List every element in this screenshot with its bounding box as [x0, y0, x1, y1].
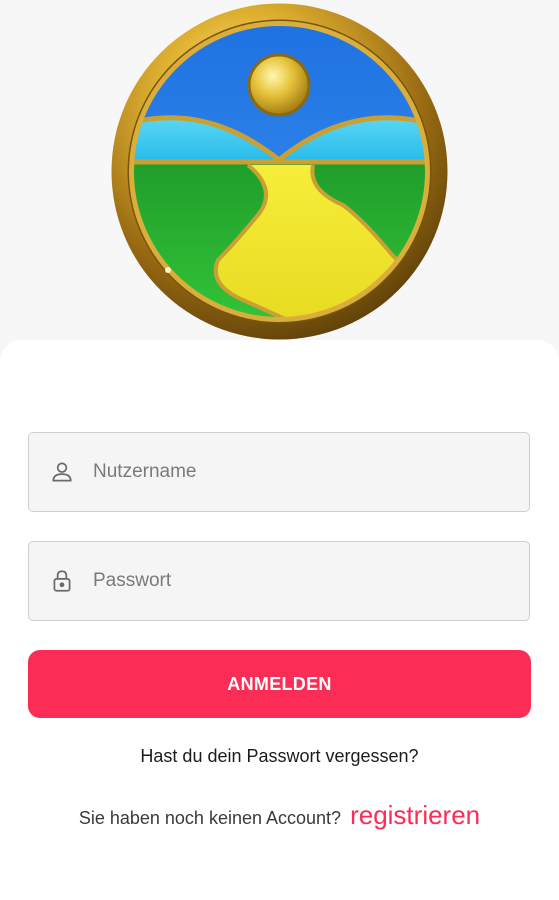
signup-row: Sie haben noch keinen Account? registrie… [0, 800, 559, 831]
password-field[interactable] [28, 541, 530, 621]
no-account-text: Sie haben noch keinen Account? [78, 808, 342, 828]
login-button[interactable]: ANMELDEN [28, 650, 531, 718]
landscape-emblem-icon [111, 3, 448, 340]
login-screen: ANMELDEN Hast du dein Passwort vergessen… [0, 0, 559, 900]
user-icon [47, 457, 77, 487]
username-field[interactable] [28, 432, 530, 512]
forgot-password-link[interactable]: Hast du dein Passwort vergessen? [0, 746, 559, 767]
register-link[interactable]: registrieren [350, 800, 480, 830]
password-input[interactable] [93, 561, 493, 601]
lock-icon [47, 566, 77, 596]
username-input[interactable] [93, 452, 493, 492]
